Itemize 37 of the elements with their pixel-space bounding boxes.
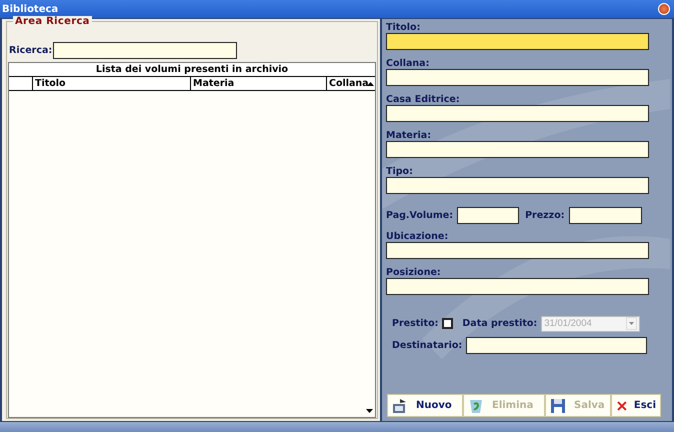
column-header[interactable]: Materia	[191, 77, 327, 90]
new-button[interactable]: Nuovo	[387, 394, 463, 417]
exit-button[interactable]: Esci	[611, 394, 661, 417]
field-label: Tipo:	[386, 166, 413, 177]
close-icon[interactable]	[658, 3, 670, 15]
window-title: Biblioteca	[2, 4, 58, 14]
text-field[interactable]	[568, 206, 642, 224]
text-field[interactable]	[386, 278, 649, 295]
field-label: Casa Editrice:	[386, 94, 460, 105]
text-field[interactable]	[386, 177, 649, 194]
column-header[interactable]: Titolo	[33, 77, 191, 90]
search-field[interactable]	[53, 42, 238, 59]
loan-label: Prestito:	[392, 318, 438, 329]
volume-list[interactable]: Lista dei volumi presenti in archivio Titolo Materia Collana	[8, 62, 376, 418]
close-icon	[616, 400, 628, 412]
field-label: Collana:	[386, 58, 430, 69]
text-field[interactable]	[386, 105, 649, 122]
field-label: Materia:	[386, 130, 431, 141]
text-field[interactable]	[457, 206, 520, 224]
scroll-down-icon[interactable]	[364, 407, 374, 415]
text-field[interactable]	[386, 242, 649, 259]
field-label: Ubicazione:	[386, 231, 448, 242]
text-field[interactable]	[386, 33, 649, 50]
recipient-field[interactable]	[466, 337, 648, 354]
group-legend: Area Ricerca	[13, 16, 92, 27]
recycle-bin-icon	[468, 398, 484, 414]
loan-checkbox[interactable]	[442, 318, 454, 329]
field-label: Posizione:	[386, 267, 441, 278]
table-caption: Lista dei volumi presenti in archivio	[9, 63, 375, 77]
field-label: Pag.Volume:	[386, 210, 454, 220]
loan-date-label: Data prestito:	[462, 318, 538, 329]
text-field[interactable]	[386, 69, 649, 86]
text-field[interactable]	[386, 141, 649, 158]
search-label: Ricerca:	[9, 45, 52, 56]
field-label: Titolo:	[386, 22, 420, 33]
field-label: Prezzo:	[525, 210, 565, 220]
recipient-label: Destinatario:	[392, 340, 462, 351]
